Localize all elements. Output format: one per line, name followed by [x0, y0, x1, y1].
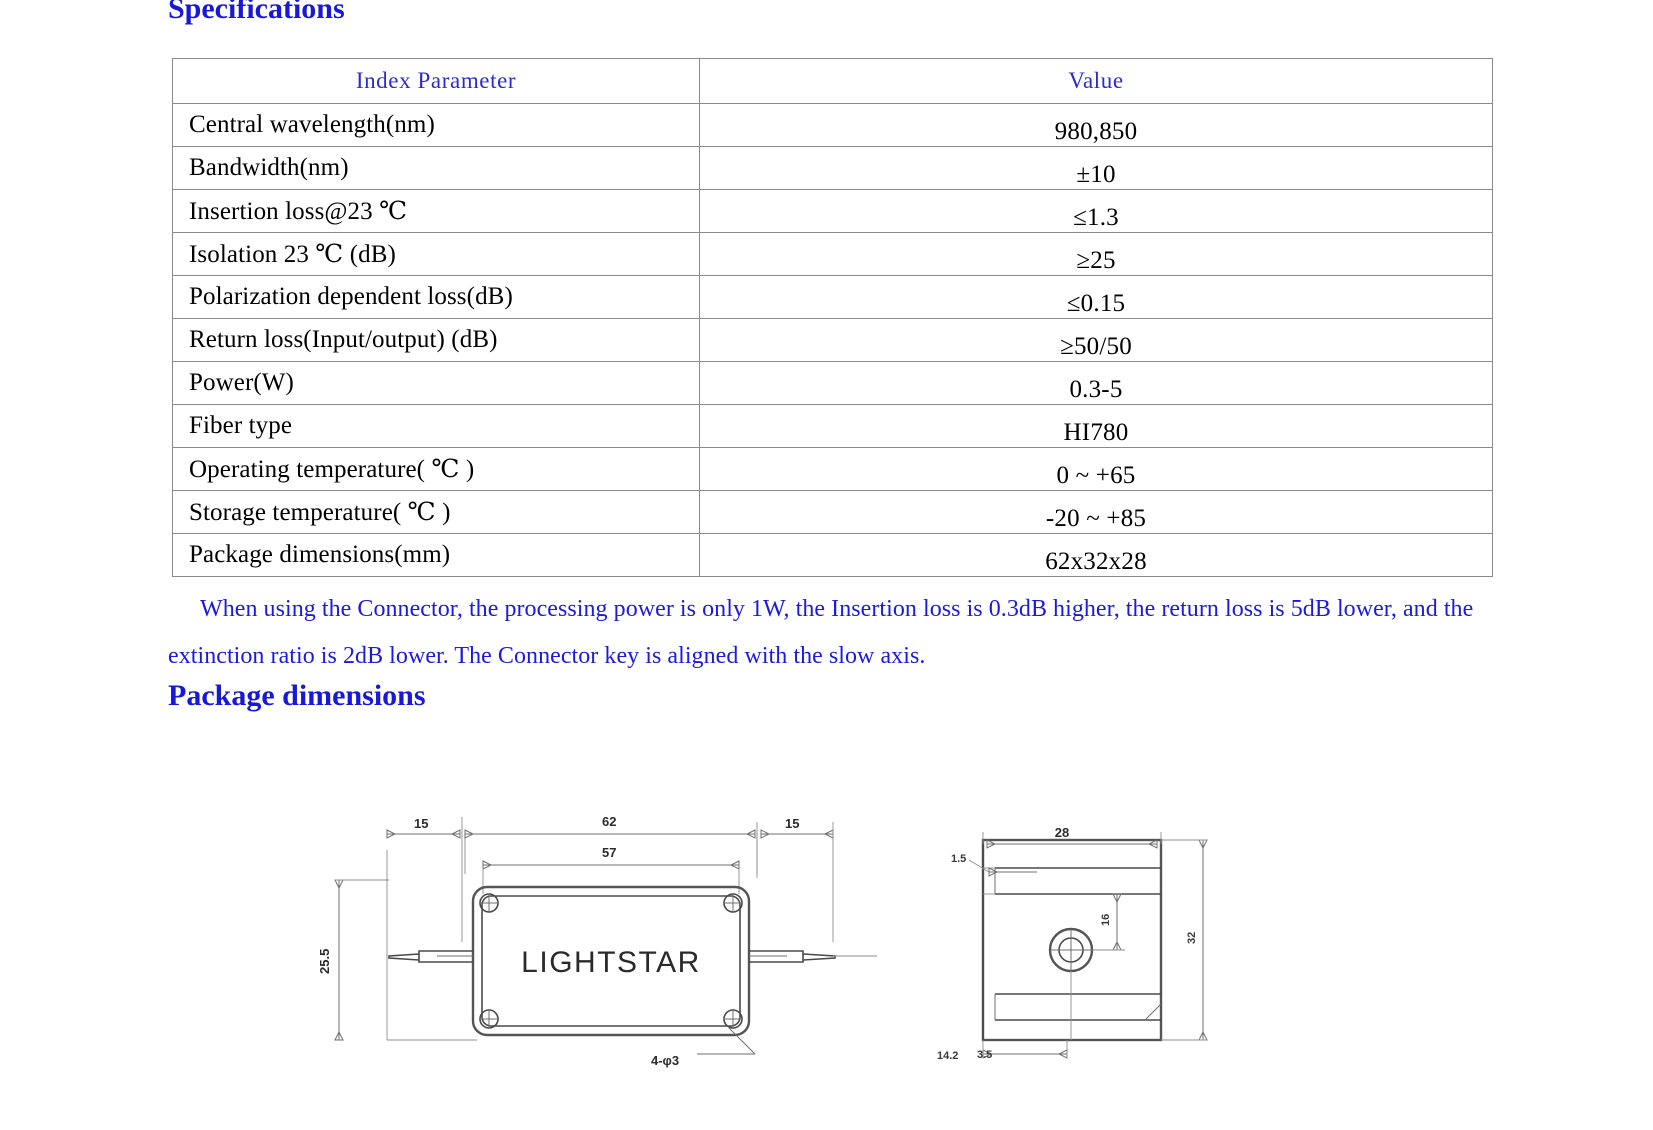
- row-value-text: HI780: [1063, 419, 1129, 446]
- dim-overall-length: 62: [602, 814, 616, 829]
- row-value: ≤1.3: [699, 189, 1493, 233]
- brand-label: LIGHTSTAR: [521, 946, 701, 979]
- connector-note: When using the Connector, the processing…: [168, 596, 1474, 669]
- dim-side-total-height: 32: [1186, 932, 1198, 944]
- specifications-table: Index Parameter Value Central wavelength…: [172, 58, 1493, 577]
- row-label: Fiber type: [172, 404, 700, 448]
- row-label: Operating temperature( ℃ ): [172, 447, 700, 491]
- row-value-text: 62x32x28: [1045, 548, 1147, 575]
- row-label: Package dimensions(mm): [172, 533, 700, 577]
- hole-callout-leader: [697, 1027, 756, 1055]
- row-label: Return loss(Input/output) (dB): [172, 318, 700, 362]
- mounting-screw-top-right: [723, 893, 743, 913]
- dim-wall-thickness: 1.5: [951, 853, 966, 865]
- row-value: -20 ~ +85: [699, 490, 1493, 534]
- table-row: Bandwidth(nm) ±10: [172, 146, 1493, 190]
- document-page: Specifications Index Parameter Value Cen…: [0, 0, 1653, 1130]
- front-view: 15 62 15 57 25.5 LIGHTSTAR 4-φ3: [317, 814, 877, 1068]
- package-dimensions-drawing: 15 62 15 57 25.5 LIGHTSTAR 4-φ3 28 1.5 1…: [277, 782, 1507, 1130]
- dim-bottom-offset: 14.2: [937, 1050, 958, 1062]
- table-row: Operating temperature( ℃ ) 0 ~ +65: [172, 447, 1493, 491]
- dim-hole-from-top: 16: [1100, 914, 1112, 926]
- table-header-row: Index Parameter Value: [172, 58, 1493, 104]
- row-value-text: ≤0.15: [1066, 290, 1126, 317]
- left-fiber-pigtail: [388, 950, 473, 963]
- row-label: Bandwidth(nm): [172, 146, 700, 190]
- dim-body-length: 57: [602, 845, 616, 860]
- row-value-text: ±10: [1076, 161, 1116, 188]
- row-value: 0 ~ +65: [699, 447, 1493, 491]
- row-value: 980,850: [699, 103, 1493, 147]
- table-row: Insertion loss@23 ℃ ≤1.3: [172, 189, 1493, 233]
- dim-left-pigtail: 15: [414, 816, 428, 831]
- side-view: 28 1.5 16 32 14.2 3.5: [937, 825, 1208, 1062]
- row-label: Central wavelength(nm): [172, 103, 700, 147]
- table-row: Power(W) 0.3-5: [172, 361, 1493, 405]
- row-value: 62x32x28: [699, 533, 1493, 577]
- mounting-screw-bottom-left: [479, 1009, 499, 1029]
- page-title-package-dimensions: Package dimensions: [168, 679, 426, 712]
- table-row: Polarization dependent loss(dB) ≤0.15: [172, 275, 1493, 319]
- row-label: Polarization dependent loss(dB): [172, 275, 700, 319]
- table-row: Isolation 23 ℃ (dB) ≥25: [172, 232, 1493, 276]
- row-value: 0.3-5: [699, 361, 1493, 405]
- dim-right-pigtail: 15: [785, 816, 799, 831]
- dim-hole-callout: 4-φ3: [651, 1053, 679, 1068]
- dim-front-height: 25.5: [317, 949, 332, 974]
- column-header-index-parameter: Index Parameter: [172, 58, 700, 104]
- mounting-screw-bottom-right: [723, 1009, 743, 1029]
- row-value: ≥50/50: [699, 318, 1493, 362]
- row-value-text: -20 ~ +85: [1045, 505, 1147, 532]
- row-value: ≤0.15: [699, 275, 1493, 319]
- row-label: Storage temperature( ℃ ): [172, 490, 700, 534]
- row-value: HI780: [699, 404, 1493, 448]
- fiber-port-icon: [1048, 927, 1094, 973]
- row-value-text: ≤1.3: [1073, 204, 1119, 231]
- row-value: ≥25: [699, 232, 1493, 276]
- table-row: Central wavelength(nm) 980,850: [172, 103, 1493, 147]
- table-row: Package dimensions(mm) 62x32x28: [172, 533, 1493, 577]
- page-title-specifications: Specifications: [168, 0, 345, 25]
- row-value-text: 0.3-5: [1069, 376, 1123, 403]
- table-row: Storage temperature( ℃ ) -20 ~ +85: [172, 490, 1493, 534]
- column-header-value: Value: [699, 58, 1493, 104]
- table-row: Return loss(Input/output) (dB) ≥50/50: [172, 318, 1493, 362]
- row-value: ±10: [699, 146, 1493, 190]
- drawing-svg: 15 62 15 57 25.5 LIGHTSTAR 4-φ3 28 1.5 1…: [317, 814, 1208, 1068]
- row-label: Isolation 23 ℃ (dB): [172, 232, 700, 276]
- dim-side-width: 28: [1055, 825, 1069, 840]
- mounting-screw-top-left: [479, 893, 499, 913]
- row-label: Insertion loss@23 ℃: [172, 189, 700, 233]
- row-value-text: 0 ~ +65: [1056, 462, 1136, 489]
- right-fiber-pigtail: [749, 950, 836, 963]
- row-value-text: 980,850: [1054, 118, 1138, 145]
- row-value-text: ≥50/50: [1060, 333, 1132, 360]
- table-row: Fiber type HI780: [172, 404, 1493, 448]
- row-label: Power(W): [172, 361, 700, 405]
- row-value-text: ≥25: [1076, 247, 1116, 274]
- dim-bottom-small: 3.5: [977, 1049, 992, 1061]
